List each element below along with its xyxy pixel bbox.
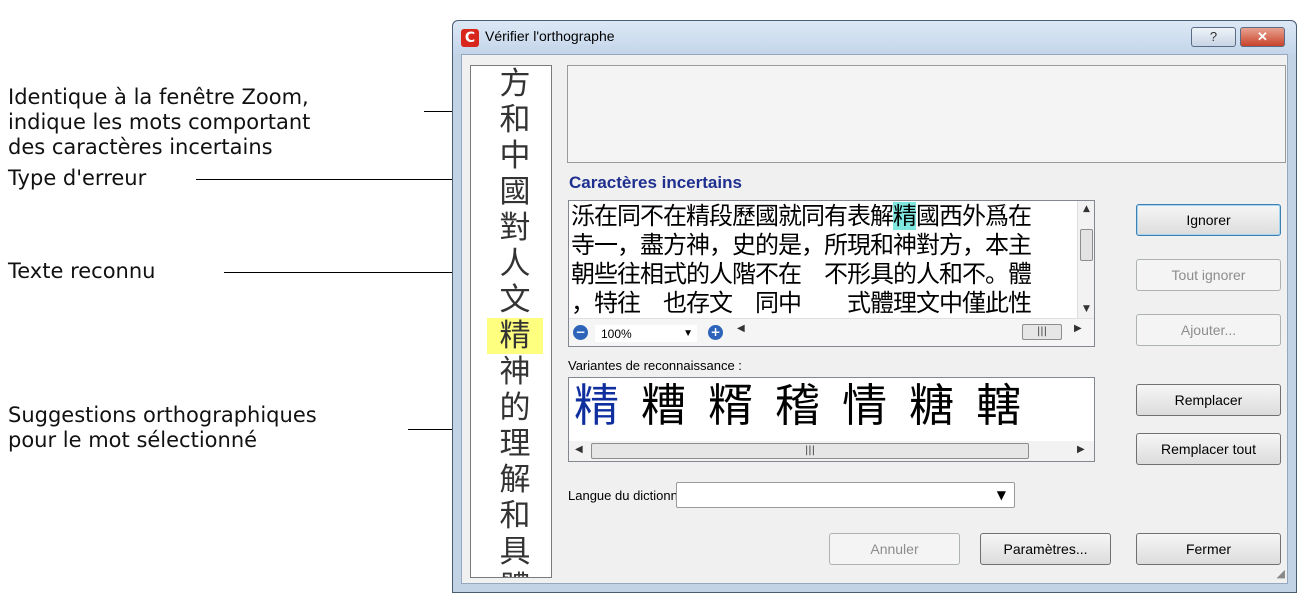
- dialog-body: 方和中國對人文精神的理解和具體 Caractères incertains 泺在…: [461, 54, 1288, 584]
- horizontal-scroll-thumb[interactable]: |||: [1022, 324, 1062, 340]
- annotation-line: Identique à la fenêtre Zoom,: [8, 85, 309, 109]
- zoom-char: 和: [499, 102, 531, 138]
- replace-button[interactable]: Remplacer: [1136, 384, 1281, 416]
- recognized-text-area[interactable]: 泺在同不在精段歷國就同有表解精國西外爲在 寺一，盡方神，史的是，所現和神對方，本主…: [568, 200, 1095, 347]
- zoom-char: 和: [499, 498, 531, 534]
- zoom-char: 具: [499, 534, 531, 570]
- replace-all-button[interactable]: Remplacer tout: [1136, 433, 1281, 465]
- variant-option[interactable]: 情: [842, 378, 887, 434]
- text-line: 朝些往相式的人階不在 不形具的人和不。體: [571, 260, 1076, 289]
- variant-option[interactable]: 糖: [909, 378, 954, 434]
- context-preview: [567, 65, 1286, 163]
- zoom-char: 精: [487, 318, 543, 354]
- annotation-error-type: Type d'erreur: [8, 166, 147, 190]
- text-segment: 泺在同不在精段歷國就同有表解: [571, 202, 894, 230]
- settings-button[interactable]: Paramètres...: [980, 533, 1111, 565]
- variants-label: Variantes de reconnaissance :: [568, 358, 742, 373]
- error-type-label: Caractères incertains: [569, 173, 742, 192]
- zoom-char: 理: [499, 426, 531, 462]
- help-button[interactable]: ?: [1191, 27, 1236, 47]
- ignore-button[interactable]: Ignorer: [1136, 204, 1281, 236]
- zoom-char: 文: [499, 282, 531, 318]
- zoom-char: 中: [499, 138, 531, 174]
- app-logo-icon: C: [461, 29, 479, 47]
- zoom-char: 的: [499, 390, 531, 426]
- variant-option[interactable]: 糟: [641, 378, 686, 434]
- text-line: ，特往 也存文 同中 式體理文中僅此性: [571, 289, 1076, 318]
- variant-option[interactable]: 精: [574, 378, 619, 434]
- scroll-left-icon[interactable]: ◀: [575, 444, 583, 455]
- variants-list[interactable]: 精糟糈稽情糖轄 ◀ ||| ▶: [568, 377, 1095, 462]
- cancel-button[interactable]: Annuler: [829, 533, 960, 565]
- zoom-char: 人: [499, 246, 531, 282]
- zoom-out-icon[interactable]: −: [573, 325, 588, 340]
- annotation-zoom-note: Identique à la fenêtre Zoom, indique les…: [8, 85, 310, 160]
- variants-scroll-thumb[interactable]: |||: [591, 443, 1029, 459]
- scroll-right-icon[interactable]: ▶: [1074, 323, 1082, 334]
- zoom-level-select[interactable]: 100% ▼: [594, 324, 698, 343]
- variant-option[interactable]: 稽: [775, 378, 820, 434]
- annotation-suggestions: Suggestions orthographiques pour le mot …: [8, 403, 317, 453]
- resize-grip-icon[interactable]: ◢: [1271, 567, 1285, 581]
- chevron-down-icon: ▼: [683, 328, 693, 339]
- close-button[interactable]: Fermer: [1136, 533, 1281, 565]
- chevron-down-icon: ▼: [996, 488, 1006, 502]
- add-button[interactable]: Ajouter...: [1136, 314, 1281, 346]
- text-area-footer: − 100% ▼ + ◀ ||| ▶: [569, 318, 1094, 346]
- variant-option[interactable]: 轄: [976, 378, 1021, 434]
- dialog-title: Vérifier l'orthographe: [485, 28, 615, 44]
- vertical-scrollbar[interactable]: ▲ ▼: [1077, 201, 1094, 318]
- zoom-char: 對: [499, 210, 531, 246]
- zoom-level-value: 100%: [601, 327, 632, 341]
- annotation-line: indique les mots comportant: [8, 110, 311, 134]
- scroll-down-icon[interactable]: ▼: [1078, 301, 1094, 318]
- zoom-in-icon[interactable]: +: [708, 325, 723, 340]
- variant-option[interactable]: 糈: [708, 378, 753, 434]
- zoom-char: 神: [499, 354, 531, 390]
- text-lines: 泺在同不在精段歷國就同有表解精國西外爲在 寺一，盡方神，史的是，所現和神對方，本主…: [571, 202, 1076, 318]
- scroll-up-icon[interactable]: ▲: [1078, 201, 1094, 218]
- zoom-char: 國: [499, 174, 531, 210]
- annotation-line: des caractères incertains: [8, 135, 273, 159]
- variants-scrollbar[interactable]: ◀ ||| ▶: [569, 441, 1094, 461]
- zoom-char: 解: [499, 462, 531, 498]
- ignore-all-button[interactable]: Tout ignorer: [1136, 259, 1281, 291]
- zoom-strip: 方和中國對人文精神的理解和具體: [470, 65, 552, 578]
- scroll-left-icon[interactable]: ◀: [737, 323, 745, 334]
- text-line: 寺一，盡方神，史的是，所現和神對方，本主: [571, 231, 1076, 260]
- dictionary-select[interactable]: ▼: [676, 482, 1015, 508]
- scroll-right-icon[interactable]: ▶: [1077, 444, 1085, 455]
- text-segment: 寺一，盡方神，史的是，所現和神對方，本主: [571, 231, 1032, 259]
- zoom-char: 方: [499, 66, 531, 102]
- annotation-line: Suggestions orthographiques: [8, 403, 317, 427]
- uncertain-char[interactable]: 精: [893, 202, 917, 230]
- spellcheck-dialog: C Vérifier l'orthographe ? ✕ 方和中國對人文精神的理…: [452, 20, 1297, 593]
- close-window-button[interactable]: ✕: [1240, 27, 1285, 47]
- scroll-thumb[interactable]: [1080, 229, 1093, 261]
- text-segment: 國西外爲在: [916, 202, 1032, 230]
- zoom-char: 體: [487, 570, 543, 577]
- title-bar[interactable]: C Vérifier l'orthographe ? ✕: [453, 21, 1296, 54]
- text-segment: 朝些往相式的人階不在 不形具的人和不。體: [571, 260, 1032, 288]
- text-line: 泺在同不在精段歷國就同有表解精國西外爲在: [571, 202, 1076, 231]
- annotation-recognized-text: Texte reconnu: [8, 259, 156, 283]
- annotation-line: pour le mot sélectionné: [8, 428, 258, 452]
- variant-row: 精糟糈稽情糖轄: [574, 378, 1043, 434]
- text-segment: ，特往 也存文 同中 式體理文中僅此性: [571, 289, 1032, 317]
